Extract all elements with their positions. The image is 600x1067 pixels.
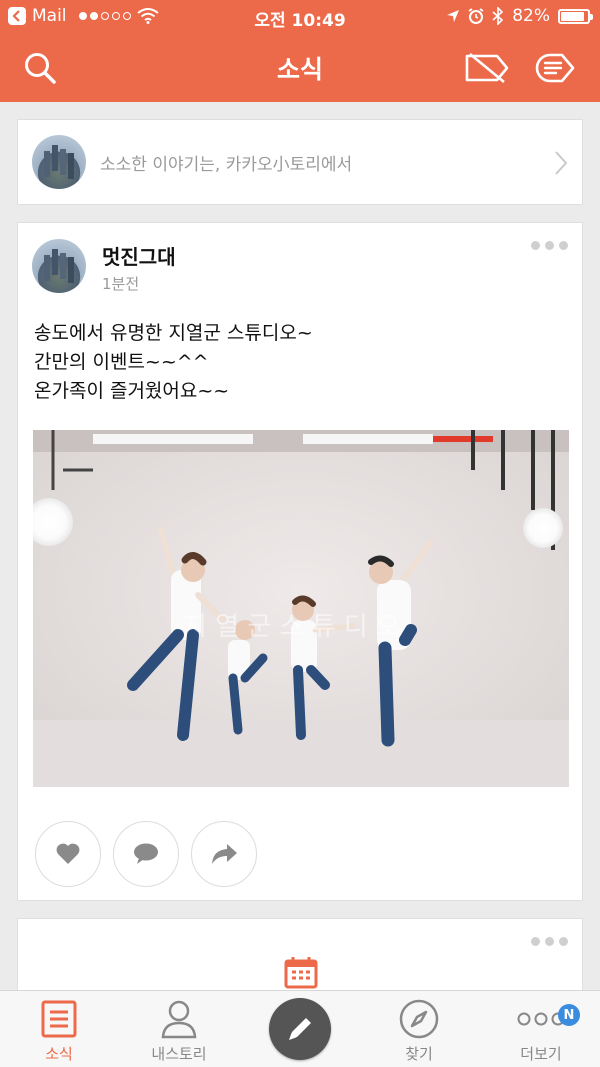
write-story-button[interactable] <box>269 998 331 1060</box>
story-post-card: 멋진그대 1분전 송도에서 유명한 지열군 스튜디오~ 간만의 이벤트~~^^ … <box>17 222 583 901</box>
post-text: 송도에서 유명한 지열군 스튜디오~ 간만의 이벤트~~^^ 온가족이 즐거웠어… <box>34 319 313 406</box>
like-button[interactable] <box>35 821 101 887</box>
post-text-line: 간만의 이벤트~~^^ <box>34 351 209 373</box>
share-button[interactable] <box>191 821 257 887</box>
pencil-icon <box>289 1018 311 1040</box>
my-avatar <box>32 135 86 189</box>
location-arrow-icon <box>447 10 460 22</box>
status-right: 82% <box>446 6 593 26</box>
tab-label: 소식 <box>45 1045 73 1063</box>
nav-bar: 소식 <box>0 34 600 102</box>
speech-bubble-icon <box>134 843 158 864</box>
heart-icon <box>56 843 80 864</box>
battery-icon <box>558 8 593 24</box>
person-icon <box>161 1000 197 1039</box>
post-text-line: 송도에서 유명한 지열군 스튜디오~ <box>34 322 313 344</box>
tab-more[interactable]: 더보기 <box>486 997 596 1064</box>
tab-label: 찾기 <box>405 1045 433 1063</box>
calendar-icon <box>284 957 318 989</box>
post-text-line: 온가족이 즐거웠어요~~ <box>34 380 230 402</box>
post-photo[interactable]: 지 열 군 스 튜 디 오 <box>33 430 569 787</box>
story-filter-button[interactable] <box>528 48 578 88</box>
news-list-icon <box>41 1000 77 1038</box>
mute-notifications-button[interactable] <box>462 48 512 88</box>
tab-label: 더보기 <box>520 1045 562 1063</box>
author-name[interactable]: 멋진그대 <box>102 241 176 270</box>
post-actions <box>35 821 257 887</box>
battery-percent: 82% <box>512 6 550 26</box>
compass-icon <box>399 999 439 1039</box>
compose-story-card[interactable]: 소소한 이야기는, 카카오小토리에서 <box>17 119 583 205</box>
tab-my-story[interactable]: 내스토리 <box>124 997 234 1064</box>
top-header: Mail 오전 10:49 82% 소식 <box>0 0 600 102</box>
tab-news[interactable]: 소식 <box>4 997 114 1064</box>
bluetooth-icon <box>492 7 504 25</box>
tab-label: 내스토리 <box>151 1045 207 1063</box>
compose-prompt: 소소한 이야기는, 카카오小토리에서 <box>100 155 353 175</box>
tab-explore[interactable]: 찾기 <box>364 997 474 1064</box>
alarm-icon <box>468 8 484 24</box>
tag-off-icon <box>465 52 509 84</box>
comment-button[interactable] <box>113 821 179 887</box>
post-time: 1분전 <box>102 275 140 293</box>
list-tag-icon <box>535 53 575 83</box>
share-arrow-icon <box>212 844 237 864</box>
status-bar: Mail 오전 10:49 82% <box>0 0 600 34</box>
photo-watermark: 지 열 군 스 튜 디 오 <box>183 612 400 642</box>
post-more-options-icon[interactable] <box>531 937 568 946</box>
new-notification-badge: N <box>558 1004 580 1026</box>
chevron-right-icon <box>555 151 568 175</box>
post-more-options-icon[interactable] <box>531 241 568 250</box>
author-avatar[interactable] <box>32 239 86 293</box>
